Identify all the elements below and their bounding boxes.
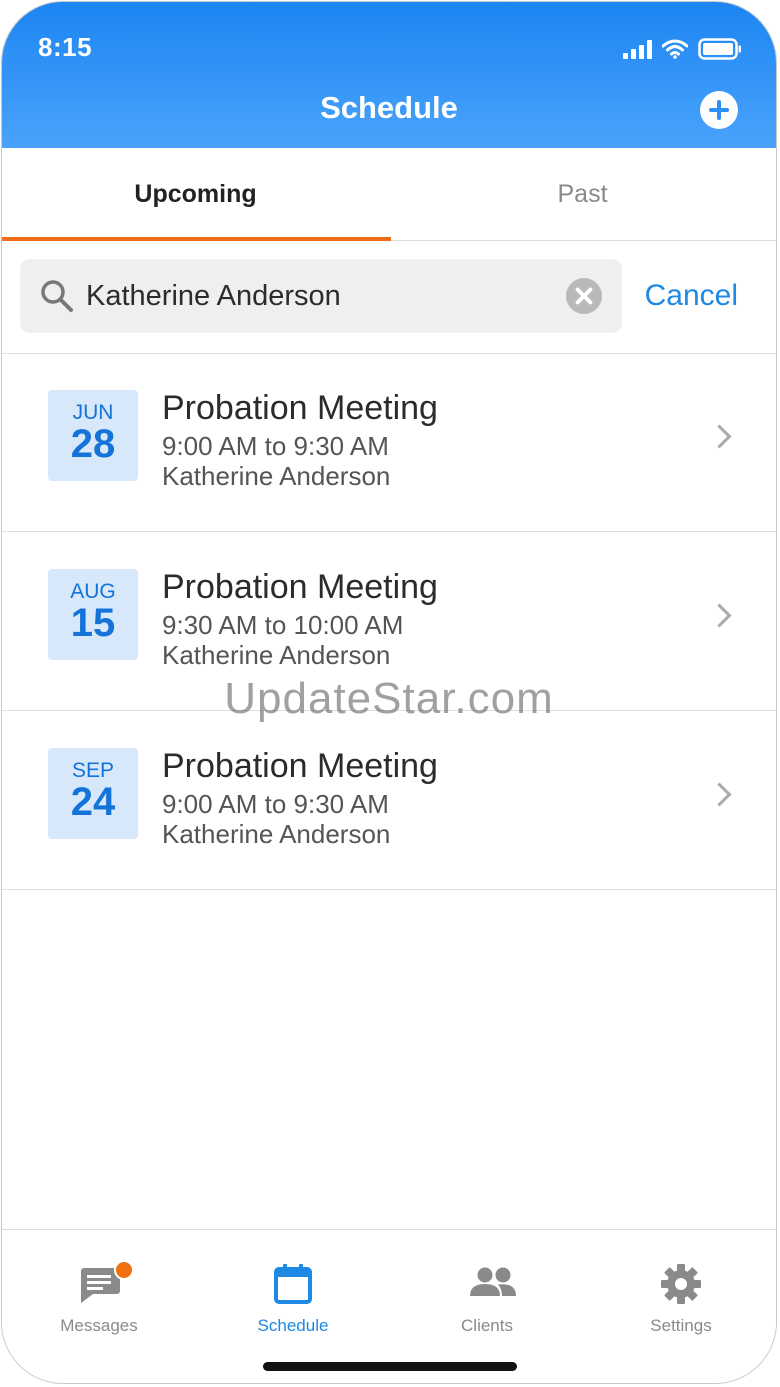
tab-label: Messages: [60, 1316, 138, 1335]
appointment-client: Katherine Anderson: [162, 819, 391, 849]
appointment-title: Probation Meeting: [162, 389, 438, 427]
status-icons: [623, 38, 742, 60]
page-title: Schedule: [320, 90, 458, 125]
date-badge: AUG 15: [48, 569, 138, 660]
date-badge: JUN 28: [48, 390, 138, 481]
cancel-button[interactable]: Cancel: [645, 259, 738, 333]
chevron-right-icon: [707, 782, 732, 807]
search-value: Katherine Anderson: [86, 280, 341, 312]
appointment-time: 9:00 AM to 9:30 AM: [162, 431, 389, 461]
search-row: Katherine Anderson Cancel: [2, 241, 776, 354]
tab-messages[interactable]: Messages: [2, 1230, 196, 1350]
battery-icon: [698, 38, 741, 60]
tab-upcoming[interactable]: Upcoming: [2, 148, 389, 240]
chevron-right-icon: [707, 603, 732, 628]
tab-past[interactable]: Past: [389, 148, 776, 240]
phone-frame: 8:15 Schedule Upcoming Past Katherine An…: [1, 1, 777, 1384]
clients-icon: [470, 1267, 516, 1296]
clear-search-icon[interactable]: [566, 278, 602, 314]
status-time: 8:15: [38, 32, 93, 62]
tab-bar-segment: Upcoming Past: [2, 148, 776, 241]
notification-dot: [114, 1260, 134, 1280]
appointment-title: Probation Meeting: [162, 568, 438, 606]
date-month: AUG: [70, 580, 116, 603]
appointment-client: Katherine Anderson: [162, 640, 391, 670]
date-month: JUN: [72, 401, 114, 424]
header-bar: 8:15 Schedule: [2, 2, 776, 148]
home-indicator: [263, 1362, 517, 1371]
tab-schedule[interactable]: Schedule: [196, 1230, 390, 1350]
tab-settings[interactable]: Settings: [584, 1230, 776, 1350]
appointment-row[interactable]: SEP 24 Probation Meeting 9:00 AM to 9:30…: [2, 711, 776, 890]
add-icon[interactable]: [700, 91, 738, 129]
appointment-client: Katherine Anderson: [162, 461, 391, 491]
date-day: 28: [70, 422, 116, 466]
appointment-title: Probation Meeting: [162, 747, 438, 785]
wifi-icon: [662, 39, 688, 59]
appointment-time: 9:30 AM to 10:00 AM: [162, 610, 404, 640]
tab-clients[interactable]: Clients: [390, 1230, 584, 1350]
watermark: UpdateStar.com: [224, 674, 554, 723]
tab-label: Schedule: [257, 1316, 329, 1335]
bottom-tab-bar: Messages Schedule Clients Settings: [2, 1229, 776, 1383]
date-day: 24: [70, 780, 116, 824]
signal-icon: [623, 39, 652, 59]
search-input[interactable]: Katherine Anderson: [20, 259, 622, 333]
date-badge: SEP 24: [48, 748, 138, 839]
calendar-icon: [274, 1264, 312, 1304]
date-month: SEP: [71, 759, 115, 782]
tab-label: Clients: [461, 1316, 513, 1335]
tab-label: Settings: [650, 1316, 712, 1335]
gear-icon: [661, 1264, 701, 1304]
appointment-row[interactable]: JUN 28 Probation Meeting 9:00 AM to 9:30…: [2, 353, 776, 532]
date-day: 15: [70, 601, 116, 645]
appointment-time: 9:00 AM to 9:30 AM: [162, 789, 389, 819]
search-icon: [41, 280, 73, 312]
chevron-right-icon: [707, 424, 732, 449]
